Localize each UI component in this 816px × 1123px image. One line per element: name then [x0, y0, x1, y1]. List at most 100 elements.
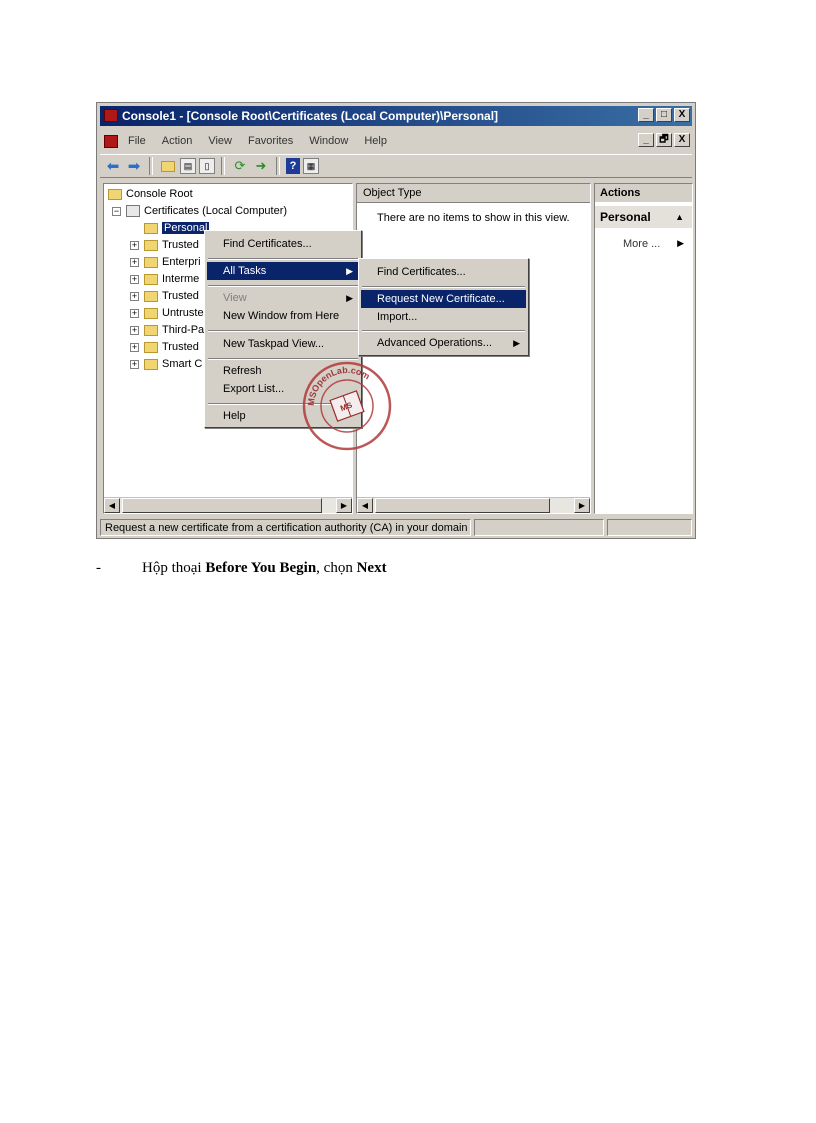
scroll-right-icon[interactable]: ▶: [574, 498, 590, 513]
certificate-store-icon: [126, 205, 140, 218]
action-more[interactable]: More ...: [623, 238, 660, 250]
menu-item-view[interactable]: View ▶: [207, 289, 359, 307]
menu-window[interactable]: Window: [301, 135, 356, 147]
scroll-thumb[interactable]: [375, 498, 550, 513]
folder-icon: [144, 239, 158, 251]
actions-pane: Actions Personal ▲ More ... ▶: [594, 183, 693, 514]
folder-icon: [144, 256, 158, 268]
tree-item[interactable]: Enterpri: [144, 254, 201, 271]
tree-item[interactable]: Third-Pa: [144, 322, 204, 339]
expand-icon[interactable]: +: [130, 360, 139, 369]
menu-item-new-taskpad[interactable]: New Taskpad View...: [207, 335, 359, 353]
menu-separator: [208, 258, 358, 260]
toolbar-separator: [276, 157, 280, 175]
expand-icon[interactable]: +: [130, 275, 139, 284]
collapse-icon[interactable]: −: [112, 207, 121, 216]
expand-icon[interactable]: +: [130, 343, 139, 352]
tree-item[interactable]: Trusted: [144, 288, 199, 305]
scroll-thumb[interactable]: [122, 498, 322, 513]
export-icon[interactable]: ➜: [252, 157, 270, 175]
folder-icon: [108, 188, 122, 200]
menu-bar: File Action View Favorites Window Help _…: [100, 130, 692, 152]
menu-separator: [362, 330, 525, 332]
submenu-item-import[interactable]: Import...: [361, 308, 526, 326]
actions-header: Actions: [595, 184, 692, 202]
tree-horizontal-scrollbar[interactable]: ◀ ▶: [104, 497, 352, 513]
refresh-icon[interactable]: ⟳: [231, 157, 249, 175]
actions-section-personal[interactable]: Personal ▲: [595, 206, 692, 228]
submenu-item-request-new-certificate[interactable]: Request New Certificate...: [361, 290, 526, 308]
tree-item-certificates[interactable]: Certificates (Local Computer): [126, 203, 287, 220]
tree-item[interactable]: Interme: [144, 271, 199, 288]
forward-arrow-icon[interactable]: ➡: [125, 157, 143, 175]
submenu-arrow-icon: ▶: [346, 266, 353, 276]
tree-item-personal[interactable]: Personal: [144, 220, 210, 237]
scroll-left-icon[interactable]: ◀: [104, 498, 120, 513]
tree-item[interactable]: Untruste: [144, 305, 204, 322]
help-icon[interactable]: ?: [286, 158, 300, 174]
menu-file[interactable]: File: [120, 135, 154, 147]
show-hide-tree-icon[interactable]: ▤: [180, 158, 196, 174]
submenu-arrow-icon: ▶: [677, 238, 684, 248]
collapse-up-icon[interactable]: ▲: [675, 206, 684, 228]
empty-message: There are no items to show in this view.: [377, 212, 570, 224]
back-arrow-icon[interactable]: ⬅: [104, 157, 122, 175]
console-app-icon: [104, 109, 118, 122]
action-name: Next: [356, 560, 387, 576]
tree-item[interactable]: Smart C: [144, 356, 202, 373]
menu-item-all-tasks[interactable]: All Tasks ▶: [207, 262, 359, 280]
submenu-item-find-certificates[interactable]: Find Certificates...: [361, 263, 526, 281]
toolbar-separator: [149, 157, 153, 175]
minimize-button[interactable]: _: [638, 108, 654, 122]
status-text: Request a new certificate from a certifi…: [100, 519, 472, 536]
menu-item-find-certificates[interactable]: Find Certificates...: [207, 235, 359, 253]
menu-item-new-window[interactable]: New Window from Here: [207, 307, 359, 325]
expand-icon[interactable]: +: [130, 241, 139, 250]
folder-icon: [144, 358, 158, 370]
menu-view[interactable]: View: [200, 135, 240, 147]
caption-text: Hộp thoại Before You Begin, chọn Next: [142, 560, 387, 576]
tree-item-console-root[interactable]: Console Root: [108, 186, 193, 203]
folder-icon: [144, 341, 158, 353]
submenu-arrow-icon: ▶: [346, 293, 353, 303]
toolbar-separator: [221, 157, 225, 175]
mdi-close-button[interactable]: X: [674, 133, 690, 147]
bullet-dash: -: [96, 560, 101, 576]
submenu-item-advanced-operations[interactable]: Advanced Operations... ▶: [361, 334, 526, 352]
all-tasks-submenu: Find Certificates... Request New Certifi…: [358, 258, 529, 356]
mdi-minimize-button[interactable]: _: [638, 133, 654, 147]
expand-icon[interactable]: +: [130, 292, 139, 301]
status-panel-3: [607, 519, 692, 536]
menu-action[interactable]: Action: [154, 135, 201, 147]
folder-icon: [144, 290, 158, 302]
expand-icon[interactable]: +: [130, 258, 139, 267]
document-icon: [104, 134, 118, 148]
mdi-restore-button[interactable]: 🗗: [656, 133, 672, 147]
scroll-left-icon[interactable]: ◀: [357, 498, 373, 513]
scroll-right-icon[interactable]: ▶: [336, 498, 352, 513]
menu-help[interactable]: Help: [356, 135, 395, 147]
folder-icon: [144, 222, 158, 234]
title-bar: Console1 - [Console Root\Certificates (L…: [100, 106, 692, 126]
close-button[interactable]: X: [674, 108, 690, 122]
copy-icon[interactable]: ▯: [199, 158, 215, 174]
expand-icon[interactable]: +: [130, 326, 139, 335]
object-type-header[interactable]: Object Type: [357, 184, 590, 203]
mmc-screenshot: Console1 - [Console Root\Certificates (L…: [96, 102, 696, 539]
menu-favorites[interactable]: Favorites: [240, 135, 301, 147]
status-panel-2: [474, 519, 605, 536]
msopenlab-watermark-stamp: MSOpenLab.com MS: [302, 361, 392, 451]
folder-icon: [144, 307, 158, 319]
tree-item[interactable]: Trusted: [144, 237, 199, 254]
maximize-button[interactable]: □: [656, 108, 672, 122]
window-title: Console1 - [Console Root\Certificates (L…: [122, 109, 499, 123]
menu-separator: [208, 330, 358, 332]
results-horizontal-scrollbar[interactable]: ◀ ▶: [357, 497, 590, 513]
expand-icon[interactable]: +: [130, 309, 139, 318]
properties-icon[interactable]: ▦: [303, 158, 319, 174]
tree-item[interactable]: Trusted: [144, 339, 199, 356]
up-folder-icon[interactable]: [159, 157, 177, 175]
menu-separator: [208, 285, 358, 287]
folder-icon: [144, 324, 158, 336]
menu-separator: [362, 286, 525, 288]
